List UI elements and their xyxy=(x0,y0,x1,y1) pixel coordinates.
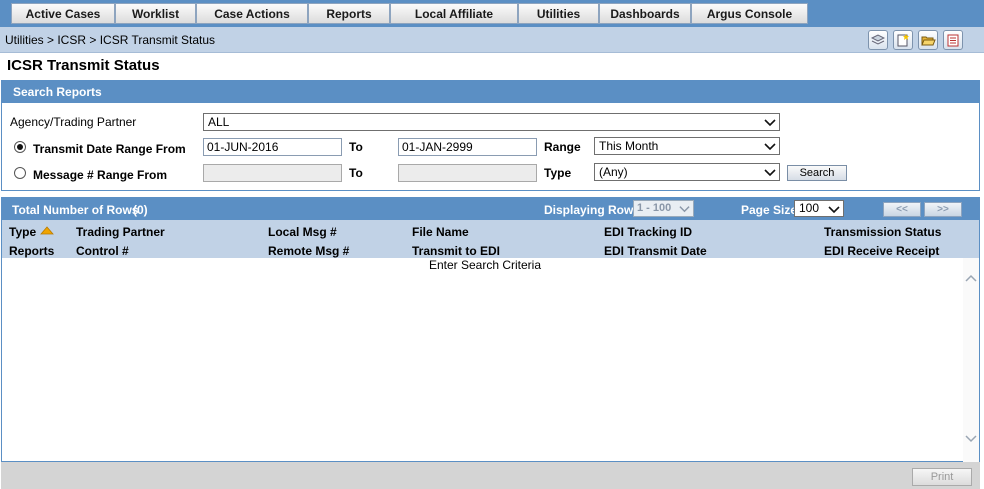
type-label: Type xyxy=(544,166,572,180)
search-panel-header: Search Reports xyxy=(2,81,979,103)
total-rows-count: (0) xyxy=(133,203,148,217)
col-transmit-to-edi[interactable]: Transmit to EDI xyxy=(412,244,500,258)
message-range-radio[interactable] xyxy=(14,167,26,179)
type-select[interactable]: (Any) xyxy=(594,163,780,181)
menu-worklist[interactable]: Worklist xyxy=(115,3,196,24)
range-label: Range xyxy=(544,140,581,154)
page-size-label: Page Size xyxy=(741,203,798,217)
displaying-rows-value: 1 - 100 xyxy=(637,202,672,214)
menu-dashboards[interactable]: Dashboards xyxy=(599,3,691,24)
scroll-up-icon[interactable] xyxy=(965,274,977,283)
chevron-down-icon xyxy=(764,169,776,177)
page-size-value: 100 xyxy=(799,201,820,215)
displaying-rows-label: Displaying Rows xyxy=(544,203,641,217)
search-panel: Search Reports Agency/Trading Partner AL… xyxy=(1,80,980,191)
chevron-down-icon xyxy=(764,143,776,151)
col-edi-receive-receipt[interactable]: EDI Receive Receipt xyxy=(824,244,939,258)
menu-utilities[interactable]: Utilities xyxy=(518,3,599,24)
menu-local-affiliate[interactable]: Local Affiliate xyxy=(390,3,518,24)
agency-label: Agency/Trading Partner xyxy=(10,115,137,129)
range-select-value: This Month xyxy=(599,139,659,153)
total-rows-label: Total Number of Rows xyxy=(12,203,139,217)
range-select[interactable]: This Month xyxy=(594,137,780,155)
open-folder-icon[interactable] xyxy=(918,30,938,50)
breadcrumb-bar: Utilities > ICSR > ICSR Transmit Status xyxy=(0,27,984,53)
page-size-select[interactable]: 100 xyxy=(794,200,844,217)
col-control[interactable]: Control # xyxy=(76,244,129,258)
col-reports[interactable]: Reports xyxy=(9,244,54,258)
agency-select-value: ALL xyxy=(208,115,230,129)
chevron-down-icon xyxy=(679,206,690,213)
col-trading-partner[interactable]: Trading Partner xyxy=(76,225,165,239)
layers-icon[interactable] xyxy=(868,30,888,50)
column-header: Type Trading Partner Local Msg # File Na… xyxy=(2,220,979,258)
vertical-scrollbar[interactable] xyxy=(963,258,979,462)
results-grid: Total Number of Rows (0) Displaying Rows… xyxy=(1,197,980,462)
date-range-radio[interactable] xyxy=(14,141,26,153)
date-to-input[interactable] xyxy=(398,138,537,156)
col-transmission-status[interactable]: Transmission Status xyxy=(824,225,941,239)
type-select-value: (Any) xyxy=(599,165,628,179)
empty-message: Enter Search Criteria xyxy=(428,258,542,272)
prev-page-button[interactable]: << xyxy=(883,202,921,217)
col-edi-tracking-id[interactable]: EDI Tracking ID xyxy=(604,225,692,239)
message-from-input[interactable] xyxy=(203,164,342,182)
search-button[interactable]: Search xyxy=(787,165,847,181)
message-to-label: To xyxy=(349,166,363,180)
main-menu-bar: Active Cases Worklist Case Actions Repor… xyxy=(0,0,984,27)
col-edi-transmit-date[interactable]: EDI Transmit Date xyxy=(604,244,707,258)
col-local-msg[interactable]: Local Msg # xyxy=(268,225,337,239)
chevron-down-icon xyxy=(764,119,776,127)
date-from-input[interactable] xyxy=(203,138,342,156)
col-remote-msg[interactable]: Remote Msg # xyxy=(268,244,349,258)
agency-select[interactable]: ALL xyxy=(203,113,780,131)
page-title: ICSR Transmit Status xyxy=(7,57,160,74)
date-range-label: Transmit Date Range From xyxy=(33,142,186,156)
message-to-input[interactable] xyxy=(398,164,537,182)
results-header: Total Number of Rows (0) Displaying Rows… xyxy=(2,198,979,220)
sort-ascending-icon[interactable] xyxy=(40,226,54,235)
menu-argus-console[interactable]: Argus Console xyxy=(691,3,808,24)
menu-reports[interactable]: Reports xyxy=(308,3,390,24)
breadcrumb: Utilities > ICSR > ICSR Transmit Status xyxy=(5,33,216,47)
displaying-rows-select[interactable]: 1 - 100 xyxy=(633,200,694,217)
print-button[interactable]: Print xyxy=(912,468,972,486)
footer-bar: Print xyxy=(1,462,980,489)
chevron-down-icon xyxy=(828,206,840,214)
report-grid-icon[interactable] xyxy=(943,30,963,50)
date-to-label: To xyxy=(349,140,363,154)
menu-active-cases[interactable]: Active Cases xyxy=(11,3,115,24)
message-range-label: Message # Range From xyxy=(33,168,168,182)
menu-case-actions[interactable]: Case Actions xyxy=(196,3,308,24)
new-document-icon[interactable] xyxy=(893,30,913,50)
col-type[interactable]: Type xyxy=(9,225,36,239)
scroll-down-icon[interactable] xyxy=(965,434,977,443)
col-file-name[interactable]: File Name xyxy=(412,225,469,239)
next-page-button[interactable]: >> xyxy=(924,202,962,217)
